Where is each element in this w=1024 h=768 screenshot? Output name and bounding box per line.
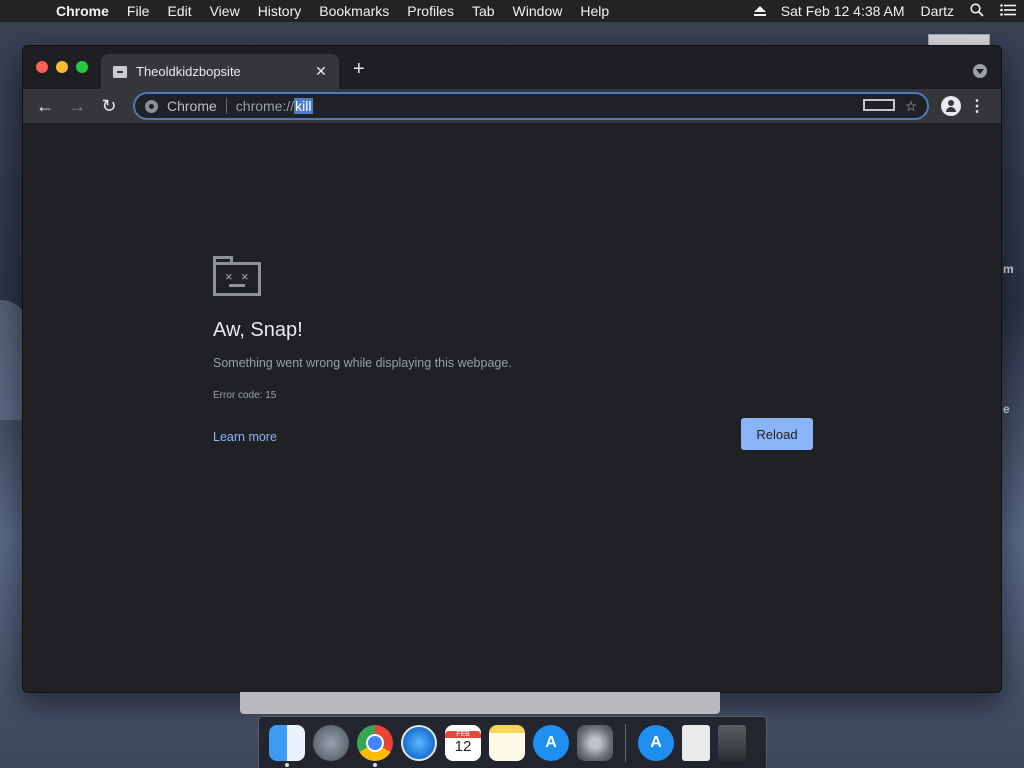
menu-user[interactable]: Dartz <box>913 3 962 19</box>
reload-page-button[interactable]: Reload <box>741 418 813 450</box>
sad-tab-favicon-icon <box>113 65 127 78</box>
safari-icon[interactable] <box>401 724 437 761</box>
address-bar-chip: Chrome <box>167 98 217 114</box>
app-store-folder-icon[interactable]: A <box>638 724 674 761</box>
learn-more-link[interactable]: Learn more <box>213 430 277 444</box>
trash-icon[interactable] <box>718 724 746 761</box>
browser-window: Theoldkidzbopsite ✕ + ← → ↻ Chrome chrom… <box>22 45 1002 693</box>
menu-file[interactable]: File <box>118 3 159 19</box>
tab-close-icon[interactable]: ✕ <box>313 63 329 80</box>
finder-icon[interactable] <box>269 724 305 767</box>
desktop-icon-label: e <box>1003 402 1010 416</box>
eject-icon[interactable] <box>746 3 773 19</box>
launchpad-icon[interactable] <box>313 724 349 761</box>
menu-history[interactable]: History <box>249 3 311 19</box>
spotlight-search-icon[interactable] <box>962 2 992 20</box>
menu-tab[interactable]: Tab <box>463 3 504 19</box>
chrome-logo-icon <box>145 99 158 113</box>
app-store-icon[interactable]: A <box>533 724 569 761</box>
calendar-icon[interactable]: FEB 12 <box>445 724 481 761</box>
tab-title: Theoldkidzbopsite <box>136 64 241 79</box>
dock-separator <box>625 723 626 762</box>
dock: FEB 12 A A <box>258 716 767 768</box>
menu-window[interactable]: Window <box>504 3 572 19</box>
menu-bar: Chrome File Edit View History Bookmarks … <box>0 0 1024 22</box>
reload-button[interactable]: ↻ <box>93 96 125 117</box>
address-bar[interactable]: Chrome chrome://kill ☆ <box>133 92 929 120</box>
tab-active[interactable]: Theoldkidzbopsite ✕ <box>101 54 339 89</box>
calendar-day: 12 <box>454 737 472 755</box>
chrome-menu-icon[interactable]: ⋮ <box>961 96 993 116</box>
sad-folder-icon: ✕ ✕ <box>213 256 261 296</box>
close-window-button[interactable] <box>36 61 48 73</box>
tab-strip: Theoldkidzbopsite ✕ + <box>23 46 1001 89</box>
back-button[interactable]: ← <box>29 96 61 117</box>
menu-clock[interactable]: Sat Feb 12 4:38 AM <box>773 3 913 19</box>
error-message: Something went wrong while displaying th… <box>213 356 512 370</box>
profile-avatar-icon[interactable] <box>941 96 961 116</box>
menu-help[interactable]: Help <box>571 3 618 19</box>
system-preferences-icon[interactable] <box>577 724 613 761</box>
chrome-icon[interactable] <box>357 724 393 767</box>
notes-icon[interactable] <box>489 724 525 761</box>
address-bar-divider <box>225 98 227 114</box>
tab-search-icon[interactable] <box>973 64 987 78</box>
error-code: Error code: 15 <box>213 390 277 401</box>
address-bar-url[interactable]: chrome:// <box>236 98 294 114</box>
notification-center-icon[interactable] <box>992 3 1024 19</box>
fullscreen-window-button[interactable] <box>76 61 88 73</box>
calendar-month: FEB <box>445 730 481 738</box>
document-icon[interactable] <box>682 724 710 761</box>
desktop-icon-label: m <box>1003 262 1014 276</box>
browser-toolbar: ← → ↻ Chrome chrome://kill ☆ ⋮ <box>23 89 1001 123</box>
new-tab-button[interactable]: + <box>353 59 365 79</box>
forward-button[interactable]: → <box>61 96 93 117</box>
menu-edit[interactable]: Edit <box>158 3 200 19</box>
error-title: Aw, Snap! <box>213 319 303 341</box>
menu-bookmarks[interactable]: Bookmarks <box>310 3 398 19</box>
menu-profiles[interactable]: Profiles <box>398 3 463 19</box>
page-content: ✕ ✕ Aw, Snap! Something went wrong while… <box>23 123 1001 692</box>
address-bar-url-selection[interactable]: kill <box>294 98 313 114</box>
minimize-window-button[interactable] <box>56 61 68 73</box>
background-window-edge[interactable] <box>240 692 720 714</box>
qr-code-icon[interactable] <box>863 98 895 114</box>
menu-view[interactable]: View <box>201 3 249 19</box>
bookmark-star-icon[interactable]: ☆ <box>895 98 927 115</box>
menu-app-name[interactable]: Chrome <box>56 3 118 19</box>
